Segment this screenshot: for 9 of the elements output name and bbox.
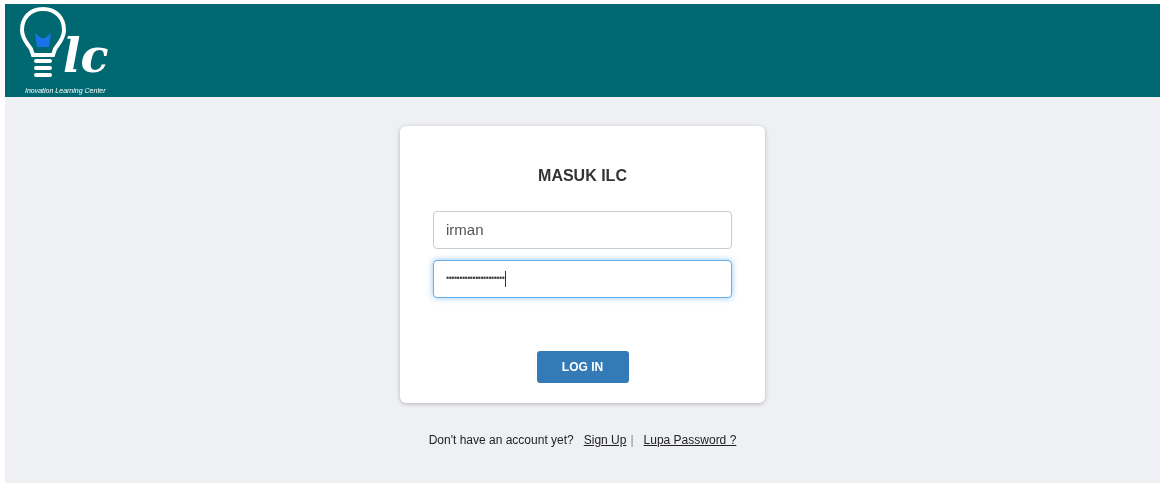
username-field[interactable]: irman [433,211,732,249]
sign-up-link[interactable]: Sign Up [583,431,627,449]
login-button[interactable]: LOG IN [536,351,629,383]
forgot-password-link[interactable]: Lupa Password ? [643,431,737,449]
signup-prompt: Don't have an account yet? [428,432,574,449]
link-separator: | [630,432,634,449]
password-field[interactable]: •••••••••••••••••••••• [433,260,732,298]
login-title: MASUK ILC [538,166,627,186]
logo-text: lc [63,33,109,79]
